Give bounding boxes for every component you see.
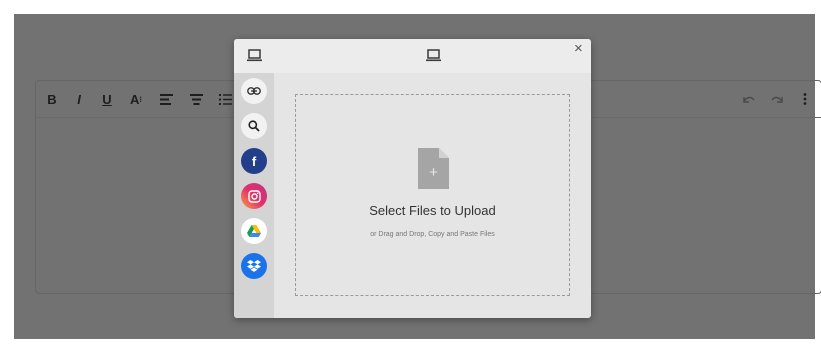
align-center-button[interactable] — [188, 91, 204, 107]
underline-button[interactable]: U — [100, 91, 114, 107]
source-facebook[interactable]: f — [241, 148, 267, 174]
add-file-icon: + — [418, 148, 449, 194]
more-options-button[interactable] — [799, 91, 811, 107]
facebook-icon: f — [251, 153, 257, 169]
bold-button[interactable]: B — [45, 91, 59, 107]
font-size-dots: ⁝ — [139, 94, 142, 104]
close-button[interactable]: × — [574, 40, 583, 58]
laptop-icon — [426, 49, 441, 67]
laptop-icon[interactable] — [247, 49, 262, 67]
undo-button[interactable] — [740, 91, 756, 107]
svg-text:+: + — [429, 164, 438, 181]
instagram-icon — [247, 189, 261, 203]
font-size-label: A — [130, 91, 140, 107]
list-icon — [218, 93, 232, 105]
modal-header: × — [234, 39, 591, 73]
undo-icon — [742, 96, 755, 103]
upload-subtitle: or Drag and Drop, Copy and Paste Files — [370, 231, 495, 238]
file-drop-zone[interactable]: + Select Files to Upload or Drag and Dro… — [295, 94, 570, 296]
dropbox-icon — [247, 259, 261, 272]
font-size-button[interactable]: A ⁝ — [128, 91, 144, 107]
align-center-icon — [189, 93, 203, 105]
italic-button[interactable]: I — [72, 91, 86, 107]
google-drive-icon — [247, 225, 261, 237]
source-google-drive[interactable] — [241, 218, 267, 244]
source-dropbox[interactable] — [241, 253, 267, 279]
link-icon — [247, 87, 261, 95]
source-link[interactable] — [241, 78, 267, 104]
align-left-button[interactable] — [158, 91, 174, 107]
source-search[interactable] — [241, 113, 267, 139]
source-sidebar: f — [234, 73, 274, 318]
align-left-icon — [159, 93, 173, 105]
redo-icon — [770, 96, 783, 103]
source-instagram[interactable] — [241, 183, 267, 209]
search-icon — [248, 120, 260, 132]
upload-title: Select Files to Upload — [369, 203, 496, 218]
file-upload-modal: × f + Select Files to Upload or Drag and… — [234, 39, 591, 318]
more-vertical-icon — [803, 93, 807, 105]
redo-button[interactable] — [769, 91, 785, 107]
list-button[interactable] — [217, 91, 233, 107]
